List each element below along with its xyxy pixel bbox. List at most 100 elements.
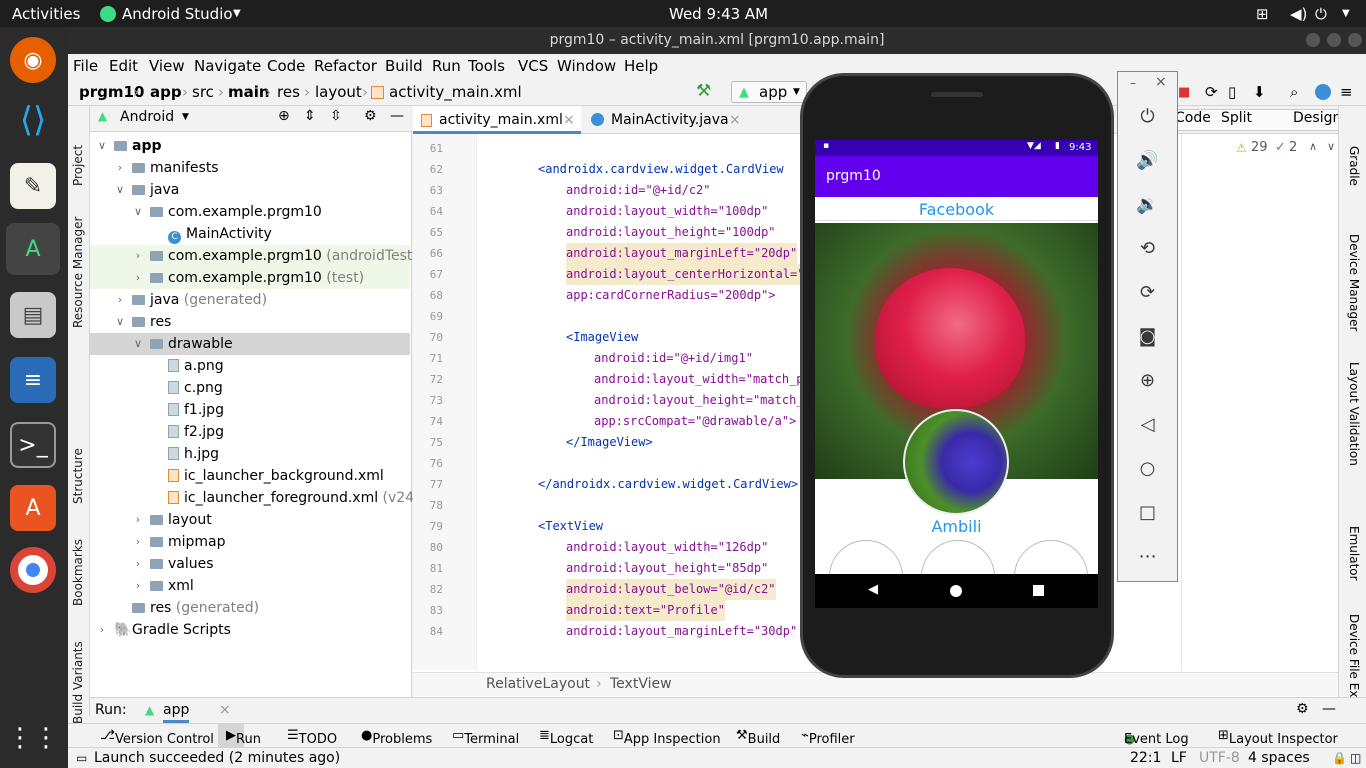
chrome-icon[interactable]	[10, 547, 56, 593]
close-icon[interactable]: ×	[1155, 74, 1167, 90]
tool-window-structure[interactable]: Structure	[71, 448, 85, 504]
power-icon[interactable]: ⏻	[1315, 5, 1327, 23]
network-icon[interactable]: ⊞	[1256, 5, 1269, 23]
stop-icon[interactable]: ■	[1178, 85, 1190, 100]
tree-item[interactable]: › com.example.prgm10 (test)	[90, 267, 410, 289]
home-icon[interactable]	[950, 585, 962, 597]
tab-activity-main[interactable]: activity_main.xml ×	[413, 106, 581, 134]
code-line[interactable]: android:layout_width="100dp"	[566, 201, 768, 222]
home-icon[interactable]: ○	[1118, 454, 1177, 484]
gear-icon[interactable]: ⚙	[364, 108, 377, 124]
locate-icon[interactable]: ⊕	[278, 108, 290, 124]
maximize-button[interactable]	[1327, 33, 1341, 47]
rotate-left-icon[interactable]: ⟲	[1118, 234, 1177, 264]
close-tab-icon[interactable]: ×	[729, 106, 741, 134]
tree-item[interactable]: f2.jpg	[90, 421, 410, 443]
code-line[interactable]: app:cardCornerRadius="200dp">	[566, 285, 776, 306]
collapse-all-icon[interactable]: ⇳	[330, 108, 342, 124]
file-manager-icon[interactable]: ▤	[10, 292, 56, 338]
tool-todo[interactable]: ☰ TODO	[287, 728, 337, 747]
tool-problems[interactable]: ● Problems	[361, 728, 432, 747]
file-encoding[interactable]: UTF-8	[1199, 750, 1240, 766]
tree-item[interactable]: c.png	[90, 377, 410, 399]
system-menu-chevron-icon[interactable]: ▼	[1342, 8, 1350, 19]
tool-window-layout-validation[interactable]: Layout Validation	[1347, 362, 1361, 466]
code-line[interactable]: android:id="@+id/img1"	[594, 348, 753, 369]
menu-view[interactable]: View	[149, 57, 185, 75]
code-line[interactable]: <ImageView	[566, 327, 638, 348]
close-window-button[interactable]	[1348, 33, 1362, 47]
breadcrumb-res[interactable]: res	[277, 83, 300, 101]
menu-code[interactable]: Code	[267, 57, 305, 75]
tree-item[interactable]: C MainActivity	[90, 223, 410, 245]
emulator-screen[interactable]: ▪ ▼◢ ▮ 9:43 prgm10 Facebook Ambili ◀	[815, 140, 1098, 608]
tree-item[interactable]: › xml	[90, 575, 410, 597]
overview-icon[interactable]: □	[1118, 498, 1177, 528]
code-line[interactable]: android:layout_height="85dp"	[566, 558, 768, 579]
more-icon[interactable]: ⋯	[1118, 542, 1177, 572]
memory-icon[interactable]: ◫	[1350, 751, 1361, 765]
tool-window-gradle[interactable]: Gradle	[1347, 146, 1361, 186]
menu-window[interactable]: Window	[557, 57, 616, 75]
menu-navigate[interactable]: Navigate	[194, 57, 261, 75]
menu-refactor[interactable]: Refactor	[314, 57, 377, 75]
tree-item[interactable]: › 🐘Gradle Scripts	[90, 619, 410, 641]
tool-window-emulator[interactable]: Emulator	[1347, 526, 1361, 581]
sdk-icon[interactable]: ⬇	[1253, 83, 1266, 101]
tree-item[interactable]: › java (generated)	[90, 289, 410, 311]
tool-window-device-manager[interactable]: Device Manager	[1347, 234, 1361, 331]
minimize-icon[interactable]: –	[1130, 76, 1136, 90]
tool-version-control[interactable]: ⎇ Version Control	[100, 728, 214, 747]
tree-item[interactable]: › layout	[90, 509, 410, 531]
breadcrumb-app[interactable]: app	[150, 83, 182, 101]
view-mode-design[interactable]: Design	[1293, 110, 1341, 126]
tool-window-build-variants[interactable]: Build Variants	[71, 641, 85, 724]
update-icon[interactable]	[1315, 84, 1331, 100]
code-line[interactable]: android:layout_centerHorizontal="t	[566, 264, 812, 285]
firefox-icon[interactable]: ◉	[10, 37, 56, 83]
tool-window-bookmarks[interactable]: Bookmarks	[71, 539, 85, 606]
hide-panel-icon[interactable]: —	[390, 108, 404, 124]
run-app-tab[interactable]: app	[163, 702, 190, 723]
code-line[interactable]: android:layout_below="@id/c2"	[566, 579, 776, 600]
sync-icon[interactable]: ⟳	[1205, 83, 1218, 101]
app-menu[interactable]: Android Studio	[122, 5, 233, 23]
tool-window-project[interactable]: Project	[71, 145, 85, 186]
tree-item[interactable]: ∨ app	[90, 135, 410, 157]
project-view-select[interactable]: Android	[120, 109, 174, 125]
indent-setting[interactable]: 4 spaces	[1248, 750, 1310, 766]
breadcrumb-layout[interactable]: layout	[315, 83, 362, 101]
tree-item[interactable]: ic_launcher_background.xml	[90, 465, 410, 487]
code-line[interactable]: android:layout_marginLeft="30dp"	[566, 621, 797, 642]
menu-build[interactable]: Build	[385, 57, 423, 75]
tree-item[interactable]: ∨ res	[90, 311, 410, 333]
volume-up-icon[interactable]: 🔊	[1118, 146, 1177, 176]
code-line[interactable]: <androidx.cardview.widget.CardView	[538, 159, 784, 180]
back-icon[interactable]: ◀	[868, 582, 878, 597]
text-editor-icon[interactable]: ✎	[10, 163, 56, 209]
back-icon[interactable]: ◁	[1118, 410, 1177, 440]
code-line[interactable]: android:text="Profile"	[566, 600, 725, 621]
tree-item[interactable]: › com.example.prgm10 (androidTest)	[90, 245, 418, 267]
expand-all-icon[interactable]: ⇕	[304, 108, 316, 124]
tree-item[interactable]: ic_launcher_foreground.xml (v24)	[90, 487, 420, 509]
breadcrumb-src[interactable]: src	[192, 83, 214, 101]
tool-profiler[interactable]: ⌁ Profiler	[801, 728, 855, 747]
rotate-right-icon[interactable]: ⟳	[1118, 278, 1177, 308]
menu-run[interactable]: Run	[432, 57, 461, 75]
tool-layout-inspector[interactable]: ⊞ Layout Inspector	[1218, 728, 1338, 747]
tree-item[interactable]: res (generated)	[90, 597, 410, 619]
tool-terminal[interactable]: ▭ Terminal	[452, 728, 519, 747]
code-line[interactable]: android:id="@+id/c2"	[566, 180, 711, 201]
tree-item[interactable]: a.png	[90, 355, 410, 377]
code-line[interactable]: android:layout_marginLeft="20dp"	[566, 243, 798, 264]
tree-item[interactable]: ∨ java	[90, 179, 410, 201]
activities-button[interactable]: Activities	[12, 5, 80, 23]
code-line[interactable]: </androidx.cardview.widget.CardView>	[538, 474, 798, 495]
tool-run[interactable]: ▶ Run	[218, 724, 261, 747]
menu-file[interactable]: File	[73, 57, 98, 75]
tool-build[interactable]: ⚒ Build	[736, 728, 780, 747]
tab-main-activity[interactable]: MainActivity.java ×	[585, 106, 753, 134]
android-studio-icon[interactable]: A	[6, 223, 60, 275]
tree-item[interactable]: › values	[90, 553, 410, 575]
